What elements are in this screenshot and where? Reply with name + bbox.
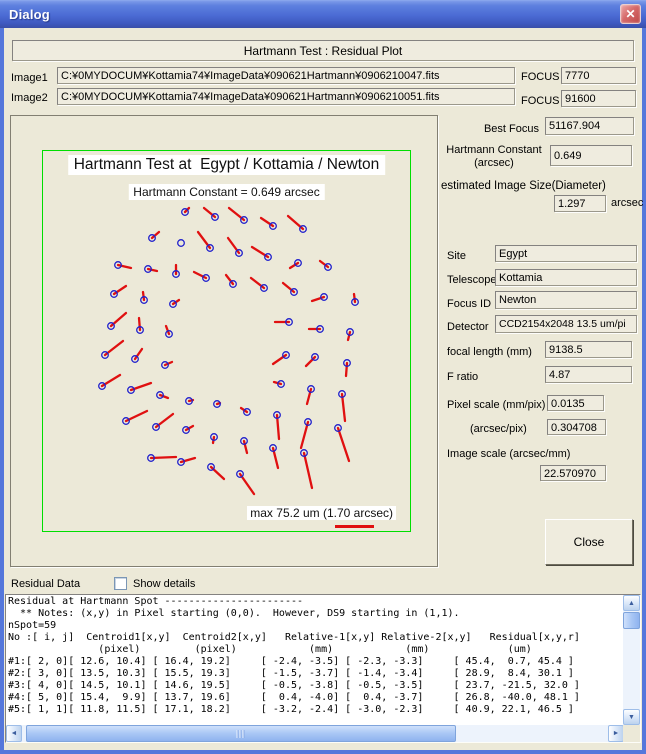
image-size-field[interactable]: 1.297 [554,195,606,212]
image2-path-field[interactable]: C:¥0MYDOCUM¥Kottamia74¥ImageData¥090621H… [57,88,515,105]
best-focus-field[interactable]: 51167.904 [545,117,634,135]
residual-text-line: #1:[ 2, 0][ 12.6, 10.4] [ 16.4, 19.2] [ … [8,656,622,668]
image-scale-label: Image scale (arcsec/mm) [447,448,570,460]
image2-label: Image2 [11,92,48,104]
focus2-label: FOCUS [521,95,560,107]
detector-field[interactable]: CCD2154x2048 13.5 um/pi [495,315,637,333]
pixel-scale-label: Pixel scale (mm/pix) [447,399,545,411]
scroll-down-button[interactable]: ▼ [623,709,640,725]
show-details-label: Show details [133,578,195,590]
scroll-left-icon: ◄ [11,730,18,737]
best-focus-label: Best Focus [424,123,539,135]
horizontal-scroll-thumb[interactable] [26,725,456,742]
dialog-header: Hartmann Test : Residual Plot [12,40,634,61]
residual-text-area[interactable]: Residual at Hartmann Spot --------------… [5,594,641,743]
site-label: Site [447,250,466,262]
residual-text-line: #5:[ 1, 1][ 11.8, 11.5] [ 17.1, 18.2] [ … [8,704,622,716]
telescope-field[interactable]: Kottamia [495,269,637,286]
residual-text-line: nSpot=59 [8,620,622,632]
window-close-button[interactable]: ✕ [620,4,641,24]
residual-text-line: #4:[ 5, 0][ 15.4, 9.9] [ 13.7, 19.6] [ 0… [8,692,622,704]
site-field[interactable]: Egypt [495,245,637,262]
residual-text-lines: Residual at Hartmann Spot --------------… [8,596,622,724]
residual-data-label: Residual Data [11,578,80,590]
scroll-right-button[interactable]: ► [608,725,624,742]
plot-subtitle: Hartmann Constant = 0.649 arcsec [128,184,324,200]
plot-title: Hartmann Test at Egypt / Kottamia / Newt… [68,155,386,175]
hartmann-plot: Hartmann Test at Egypt / Kottamia / Newt… [42,150,411,532]
focus-id-label: Focus ID [447,298,491,310]
hartmann-constant-label: Hartmann Constant(arcsec) [440,144,548,170]
arcsec-pix-field[interactable]: 0.304708 [547,419,606,435]
focus-id-field[interactable]: Newton [495,291,637,309]
title-bar[interactable]: Dialog ✕ [0,0,646,28]
close-icon: ✕ [625,7,635,21]
focus2-field[interactable]: 91600 [561,90,636,107]
hartmann-constant-field[interactable]: 0.649 [550,145,632,166]
image1-path-field[interactable]: C:¥0MYDOCUM¥Kottamia74¥ImageData¥090621H… [57,67,515,84]
image-size-label: estimated Image Size(Diameter) [441,180,606,192]
scrollbar-corner [623,725,640,742]
image-size-unit: arcsec [611,197,643,209]
horizontal-scrollbar[interactable]: ◄ ► [6,725,624,742]
scroll-right-icon: ► [613,730,620,737]
scroll-up-icon: ▲ [628,600,635,607]
arcsec-pix-label: (arcsec/pix) [470,423,527,435]
f-ratio-field[interactable]: 4.87 [545,366,632,383]
focal-length-field[interactable]: 9138.5 [545,341,632,358]
scroll-left-button[interactable]: ◄ [6,725,22,742]
plot-panel: Hartmann Test at Egypt / Kottamia / Newt… [10,115,438,567]
focal-length-label: focal length (mm) [447,346,532,358]
show-details-checkbox[interactable] [114,577,127,590]
focus1-label: FOCUS [521,71,560,83]
focus1-field[interactable]: 7770 [561,67,636,84]
dialog-window: Dialog ✕ Hartmann Test : Residual Plot I… [0,0,646,754]
vertical-scrollbar[interactable]: ▲ ▼ [623,595,640,725]
image-scale-field[interactable]: 22.570970 [540,465,606,481]
window-title: Dialog [0,7,50,22]
residual-text-line: (pixel) (pixel) (mm) (mm) (um) [8,644,622,656]
pixel-scale-field[interactable]: 0.0135 [547,395,604,411]
image1-label: Image1 [11,72,48,84]
plot-max-label: max 75.2 um (1.70 arcsec) [247,506,396,520]
scrollbar-grip [237,730,246,738]
residual-text-line: #3:[ 4, 0][ 14.5, 10.1] [ 14.6, 19.5] [ … [8,680,622,692]
close-button[interactable]: Close [545,519,633,565]
vertical-scroll-thumb[interactable] [623,612,640,629]
hartmann-plot-svg [43,151,412,533]
residual-text-line: ** Notes: (x,y) in Pixel starting (0,0).… [8,608,622,620]
residual-text-line: #2:[ 3, 0][ 13.5, 10.3] [ 15.5, 19.3] [ … [8,668,622,680]
dialog-body: Hartmann Test : Residual Plot Image1 C:¥… [4,28,642,750]
residual-text-line: Residual at Hartmann Spot --------------… [8,596,622,608]
scroll-up-button[interactable]: ▲ [623,595,640,611]
telescope-label: Telescope [447,274,497,286]
detector-label: Detector [447,321,489,333]
residual-text-line: No :[ i, j] Centroid1[x,y] Centroid2[x,y… [8,632,622,644]
plot-scale-line [335,525,374,528]
scroll-down-icon: ▼ [628,714,635,721]
f-ratio-label: F ratio [447,371,478,383]
